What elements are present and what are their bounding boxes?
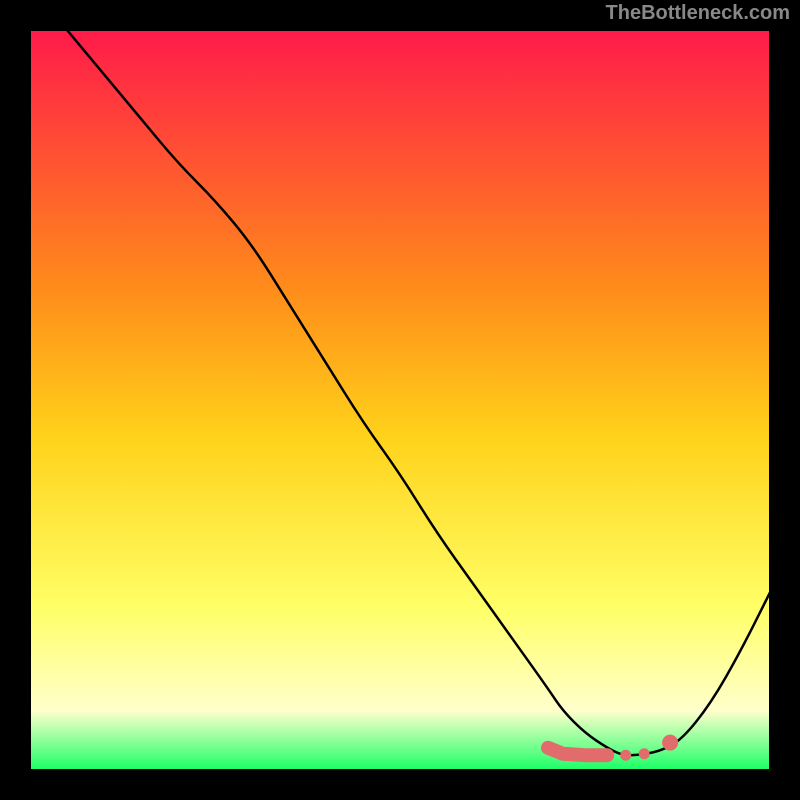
highlight-dot-3 [662, 735, 678, 751]
watermark-text: TheBottleneck.com [606, 2, 790, 25]
plot-frame [30, 30, 770, 770]
highlight-dot-1 [620, 750, 631, 761]
highlight-dot-2 [639, 748, 650, 759]
chart-svg [30, 30, 770, 770]
gradient-background [30, 30, 770, 770]
highlight-segment [548, 748, 607, 755]
